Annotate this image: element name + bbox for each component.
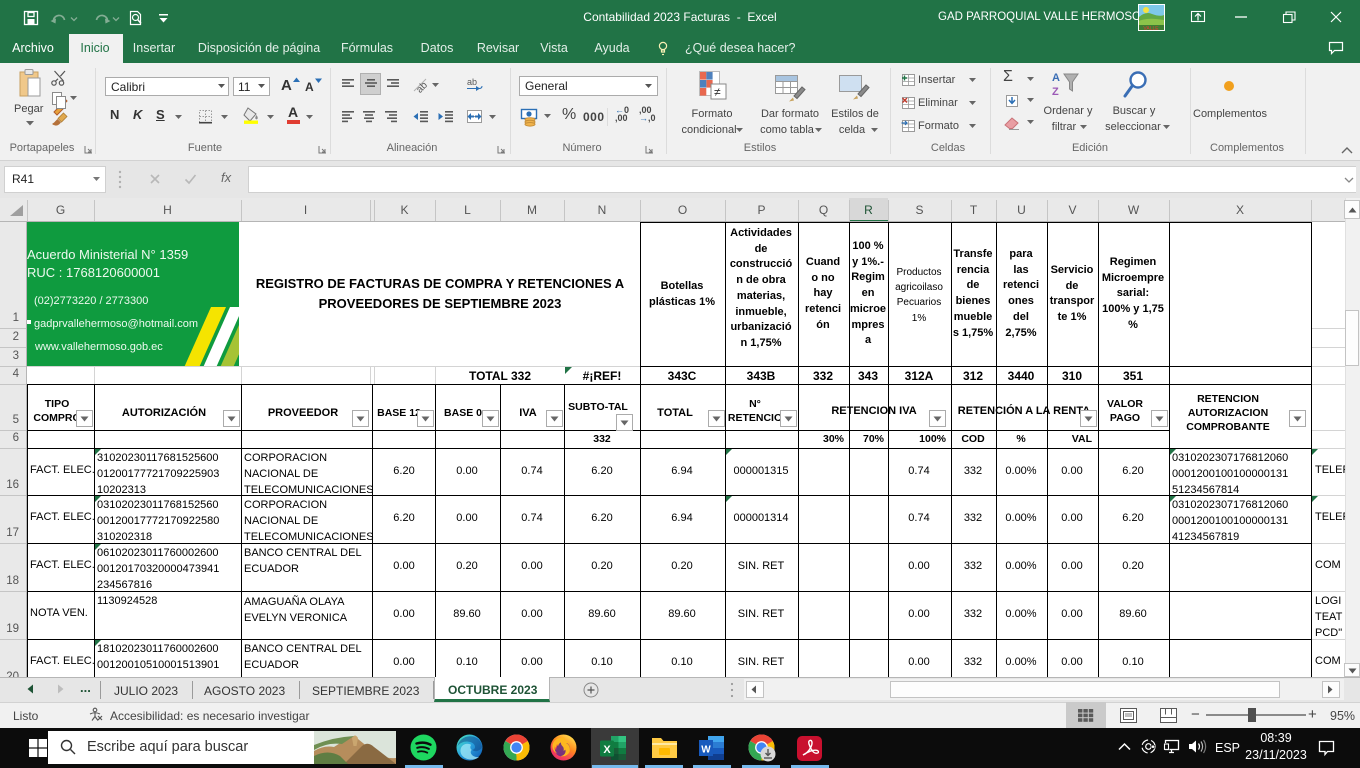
svg-text:X: X	[603, 744, 611, 756]
svg-text:ab: ab	[467, 77, 477, 87]
svg-text:ab: ab	[414, 80, 430, 96]
svg-text:A: A	[1052, 72, 1060, 84]
svg-text:VALLE: VALLE	[1143, 26, 1159, 32]
svg-text:W: W	[701, 745, 711, 756]
svg-text:≠: ≠	[714, 85, 721, 99]
svg-text:Z: Z	[1052, 86, 1059, 98]
